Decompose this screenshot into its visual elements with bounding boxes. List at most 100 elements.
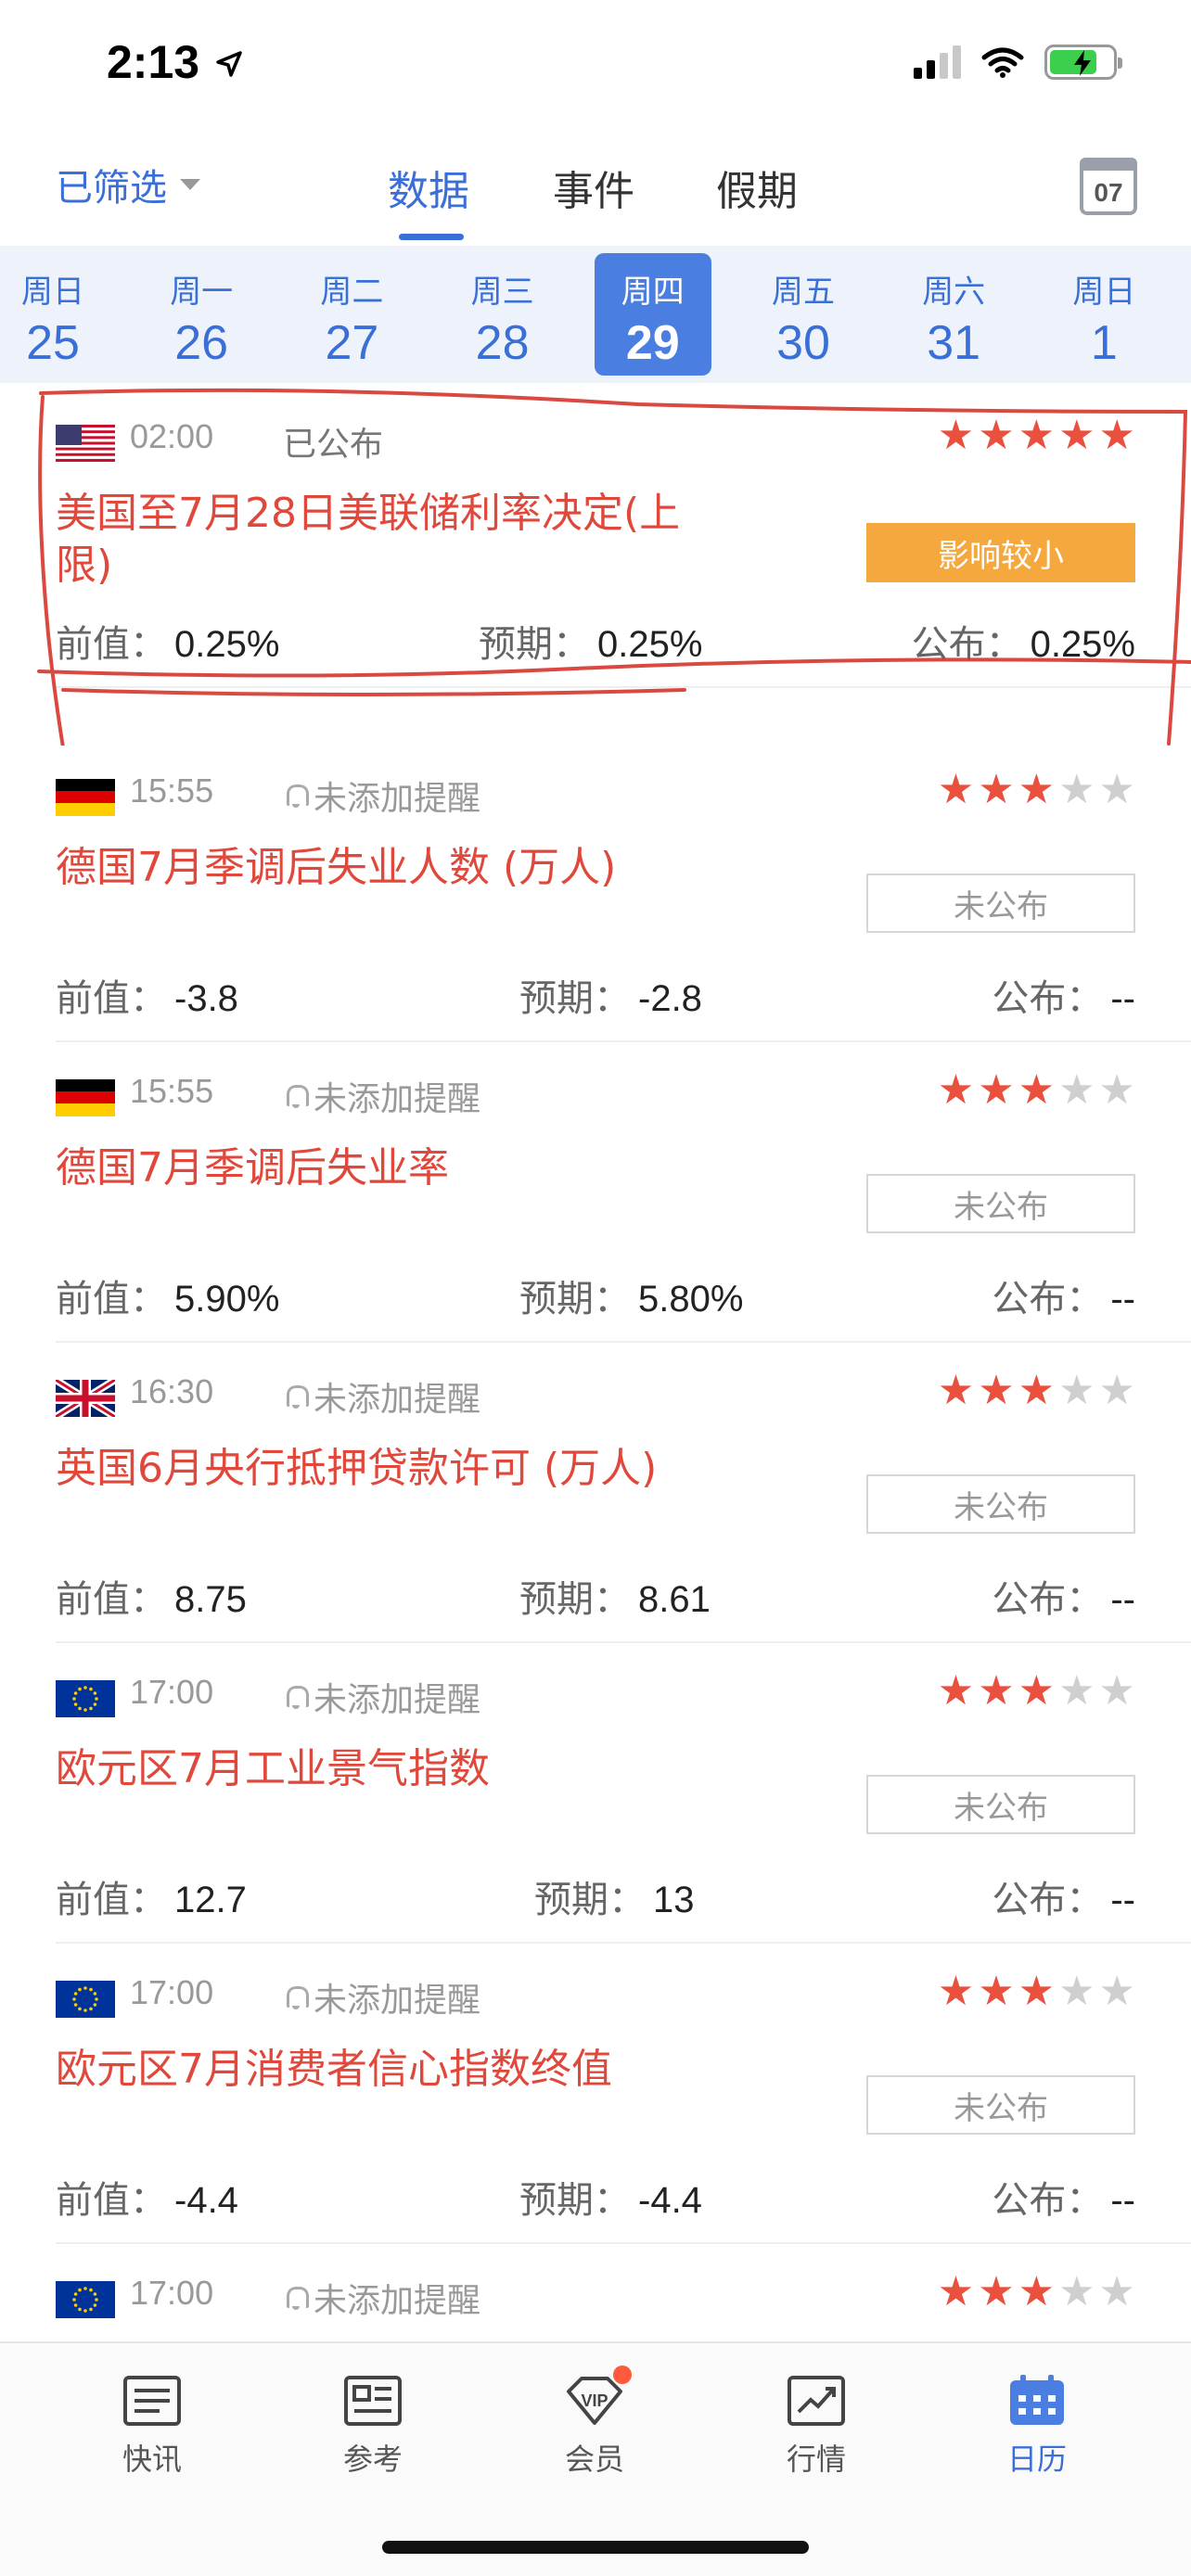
forecast-number: 5.80% — [638, 1279, 744, 1320]
prev-value: 前值： 8.75 — [56, 1569, 247, 1623]
prev-number: 0.25% — [174, 624, 280, 665]
filter-dropdown[interactable]: 已筛选 — [56, 158, 200, 211]
event-row[interactable]: 17:00 未添加提醒 ★ ★ ★ ★ ★ 欧元区7月消费者信心指数终值 未公布 前值： -4.4 预… — [0, 1944, 1191, 2244]
svg-text:VIP: VIP — [581, 2391, 608, 2410]
event-title[interactable]: 德国7月季调后失业率 — [56, 1142, 724, 1194]
event-title[interactable]: 美国至7月28日美联储利率决定(上限) — [56, 488, 724, 592]
add-reminder-button[interactable]: 未添加提醒 — [284, 1673, 480, 1721]
nav-calendar[interactable]: 日历 — [963, 2360, 1111, 2479]
star-icon: ★ — [937, 1667, 975, 1715]
event-row[interactable]: 15:55 未添加提醒 ★ ★ ★ ★ ★ 德国7月季调后失业率 未公布 前值： 5.90% 预期： 5… — [0, 1042, 1191, 1343]
nav-label: 会员 — [564, 2442, 624, 2477]
actual-label: 公布： — [911, 623, 1023, 666]
star-icon: ★ — [1058, 1066, 1095, 1114]
flag-us-icon — [56, 425, 115, 462]
day-1[interactable]: 周日 1 — [1045, 253, 1162, 376]
add-reminder-button[interactable]: 未添加提醒 — [284, 772, 480, 820]
importance-stars: ★ ★ ★ ★ ★ — [938, 1070, 1135, 1111]
add-reminder-button[interactable]: 未添加提醒 — [284, 1372, 480, 1421]
nav-market[interactable]: 行情 — [742, 2360, 890, 2479]
nav-reference[interactable]: 参考 — [299, 2360, 447, 2479]
prev-number: 5.90% — [174, 1279, 280, 1320]
tab-data[interactable]: 数据 — [388, 158, 469, 217]
star-icon: ★ — [937, 766, 975, 813]
day-weekday: 周五 — [772, 274, 835, 311]
status-time: 2:13 — [107, 36, 200, 88]
news-icon — [122, 2375, 182, 2427]
prev-label: 前值： — [56, 1578, 167, 1621]
prev-number: 8.75 — [174, 1579, 247, 1620]
day-30[interactable]: 周五 30 — [745, 253, 862, 376]
add-reminder-button[interactable]: 未添加提醒 — [284, 1973, 480, 2021]
forecast-number: -4.4 — [638, 2180, 702, 2221]
event-title[interactable]: 德国7月季调后失业人数 (万人) — [56, 842, 724, 894]
chart-icon — [787, 2375, 846, 2427]
star-icon: ★ — [1058, 1667, 1095, 1715]
day-weekday: 周二 — [320, 274, 384, 311]
day-weekday: 周四 — [621, 274, 685, 311]
flag-eu-icon — [56, 1981, 115, 2018]
day-date: 27 — [325, 316, 379, 370]
bell-icon — [284, 1083, 309, 1109]
calendar-picker-icon[interactable]: 07 — [1080, 158, 1137, 215]
event-row[interactable]: 02:00 已公布 ★ ★ ★ ★ ★ 美国至7月28日美联储利率决定(上限) 影响较小 前值： 0… — [0, 388, 1191, 688]
event-title[interactable]: 英国6月央行抵押贷款许可 (万人) — [56, 1443, 724, 1495]
day-date: 1 — [1090, 316, 1118, 370]
star-icon: ★ — [937, 1066, 975, 1114]
unpublished-badge: 未公布 — [866, 2075, 1135, 2135]
day-27[interactable]: 周二 27 — [293, 253, 410, 376]
star-icon: ★ — [1058, 2268, 1095, 2315]
status-bar: 2:13 — [0, 0, 1191, 130]
top-tab-bar: 已筛选 数据 事件 假期 07 — [0, 139, 1191, 241]
actual-number: 0.25% — [1030, 624, 1135, 665]
nav-label: 行情 — [786, 2442, 846, 2477]
reminder-label: 未添加提醒 — [314, 1381, 481, 1419]
star-icon: ★ — [937, 2268, 975, 2315]
unpublished-badge: 未公布 — [866, 874, 1135, 933]
day-date: 31 — [927, 316, 981, 370]
day-29[interactable]: 周四 29 — [594, 253, 711, 376]
day-28[interactable]: 周三 28 — [444, 253, 561, 376]
star-icon: ★ — [1018, 1367, 1056, 1414]
actual-value: 公布： -- — [992, 1869, 1135, 1923]
prev-value: 前值： 5.90% — [56, 1269, 279, 1322]
actual-number: -- — [1110, 1880, 1135, 1920]
event-title[interactable]: 欧元区7月消费者信心指数终值 — [56, 2044, 724, 2096]
importance-stars: ★ ★ ★ ★ ★ — [938, 415, 1135, 456]
filter-label: 已筛选 — [56, 167, 167, 210]
nav-news[interactable]: 快讯 — [78, 2360, 226, 2479]
forecast-value: 预期： -4.4 — [519, 2170, 702, 2224]
star-icon: ★ — [937, 1367, 975, 1414]
published-status: 已公布 — [283, 426, 384, 464]
event-row[interactable]: 17:00 未添加提醒 ★ ★ ★ ★ ★ 欧元区7月工业景气指数 未公布 前值： 12.7 预期： 1… — [0, 1643, 1191, 1944]
day-26[interactable]: 周一 26 — [143, 253, 260, 376]
reference-icon — [343, 2375, 403, 2427]
tab-holidays[interactable]: 假期 — [716, 158, 798, 217]
day-25[interactable]: 周日 25 — [0, 253, 111, 376]
event-values: 前值： 5.90% 预期： 5.80% 公布： -- — [56, 1269, 1135, 1320]
home-indicator — [382, 2541, 809, 2554]
add-reminder-button[interactable]: 未添加提醒 — [284, 2274, 480, 2322]
event-title[interactable]: 欧元区7月工业景气指数 — [56, 1743, 724, 1795]
star-icon: ★ — [978, 1667, 1015, 1715]
event-row[interactable]: 15:55 未添加提醒 ★ ★ ★ ★ ★ 德国7月季调后失业人数 (万人) 未公布 前值： -3.… — [0, 742, 1191, 1042]
day-date: 26 — [174, 316, 229, 370]
flag-eu-icon — [56, 2281, 115, 2318]
event-values: 前值： 12.7 预期： 13 公布： -- — [56, 1869, 1135, 1921]
event-row[interactable]: 16:30 未添加提醒 ★ ★ ★ ★ ★ 英国6月央行抵押贷款许可 (万人) 未公布 前值： 8.… — [0, 1343, 1191, 1643]
add-reminder-button[interactable]: 未添加提醒 — [284, 1072, 480, 1120]
prev-label: 前值： — [56, 1278, 167, 1320]
divider — [56, 686, 1191, 688]
nav-vip[interactable]: VIP 会员 — [520, 2360, 669, 2479]
event-time: 17:00 — [130, 1673, 214, 1711]
flag-uk-icon — [56, 1380, 115, 1417]
calendar-icon — [1007, 2375, 1067, 2427]
event-values: 前值： -4.4 预期： -4.4 公布： -- — [56, 2170, 1135, 2222]
day-31[interactable]: 周六 31 — [895, 253, 1012, 376]
tab-events[interactable]: 事件 — [553, 158, 634, 217]
day-selector: 周日 25 周一 26 周二 27 周三 28 周四 29 周五 30 周六 31 周日 1 — [0, 246, 1191, 383]
flag-de-icon — [56, 779, 115, 816]
star-icon: ★ — [1058, 412, 1095, 459]
nav-label: 日历 — [1006, 2442, 1067, 2477]
actual-label: 公布： — [992, 1879, 1104, 1921]
